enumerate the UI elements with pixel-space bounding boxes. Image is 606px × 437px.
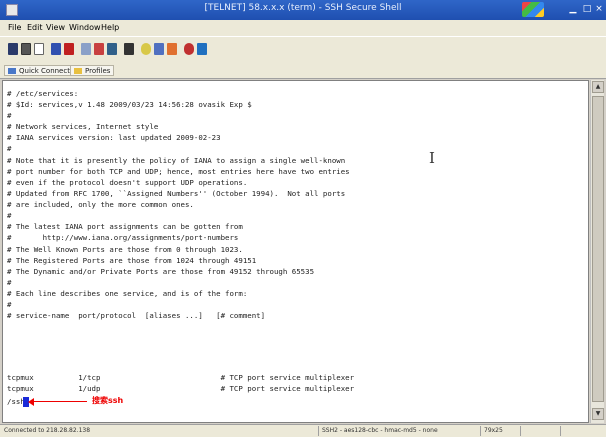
terminal-line: # The latest IANA port assignments can b… bbox=[7, 222, 243, 231]
profiles-button[interactable]: Profiles bbox=[70, 65, 115, 76]
title-bar: [TELNET] 58.x.x.x (term) - SSH Secure Sh… bbox=[0, 0, 606, 20]
status-divider bbox=[480, 426, 481, 436]
terminal-line: # Updated from RFC 1700, ``Assigned Numb… bbox=[7, 189, 346, 198]
save-icon[interactable] bbox=[8, 43, 18, 55]
copy-icon[interactable] bbox=[81, 43, 91, 55]
terminal-line: # bbox=[7, 144, 12, 153]
window-title: [TELNET] 58.x.x.x (term) - SSH Secure Sh… bbox=[204, 3, 402, 13]
terminal-line: # bbox=[7, 300, 12, 309]
annotation-arrowhead bbox=[28, 398, 34, 406]
terminal-line: # are included, only the more common one… bbox=[7, 200, 194, 209]
folder-icon bbox=[74, 68, 82, 74]
terminal-line: # The Registered Ports are those from 10… bbox=[7, 256, 257, 265]
new-connection-icon[interactable] bbox=[51, 43, 61, 55]
about-icon[interactable] bbox=[197, 43, 207, 55]
menu-view[interactable]: View bbox=[46, 23, 65, 32]
terminal-line: # Note that it is presently the policy o… bbox=[7, 156, 346, 165]
scroll-thumb[interactable] bbox=[592, 96, 604, 402]
profile-icon[interactable] bbox=[154, 43, 164, 55]
quick-connect-button[interactable]: Quick Connect bbox=[4, 65, 74, 76]
quick-connect-bar: Quick Connect Profiles bbox=[0, 63, 606, 79]
disconnect-icon[interactable] bbox=[64, 43, 74, 55]
terminal-line: # service-name port/protocol [aliases ..… bbox=[7, 311, 266, 320]
terminal-line: # even if the protocol doesn't support U… bbox=[7, 178, 248, 187]
minimize-button[interactable]: ▁ bbox=[568, 4, 578, 15]
status-divider bbox=[560, 426, 561, 436]
status-divider bbox=[520, 426, 521, 436]
find-icon[interactable] bbox=[124, 43, 134, 55]
terminal-line: # bbox=[7, 278, 12, 287]
menu-window[interactable]: Window bbox=[69, 23, 101, 32]
status-divider bbox=[318, 426, 319, 436]
maximize-button[interactable]: □ bbox=[582, 4, 592, 15]
terminal-line: # /etc/services: bbox=[7, 89, 79, 98]
paste-icon[interactable] bbox=[94, 43, 104, 55]
terminal-line: # bbox=[7, 211, 12, 220]
terminal-line: # Each line describes one service, and i… bbox=[7, 289, 248, 298]
toolbar bbox=[0, 36, 606, 63]
terminal-line: tcpmux 1/udp # TCP port service multiple… bbox=[7, 384, 355, 393]
settings-icon[interactable] bbox=[141, 43, 151, 55]
menu-bar: File Edit View Window Help bbox=[0, 20, 606, 36]
windows-logo-icon bbox=[522, 2, 544, 17]
quick-connect-icon bbox=[8, 68, 16, 74]
ibeam-cursor-icon: I bbox=[429, 149, 435, 167]
terminal-line: # The Dynamic and/or Private Ports are t… bbox=[7, 267, 315, 276]
terminal-line: # port number for both TCP and UDP; henc… bbox=[7, 167, 350, 176]
print-preview-icon[interactable] bbox=[34, 43, 44, 55]
file-transfer-icon[interactable] bbox=[167, 43, 177, 55]
terminal-line: # Network services, Internet style bbox=[7, 122, 159, 131]
terminal-line: # bbox=[7, 111, 12, 120]
status-bar: Connected to 218.28.82.138 SSH2 - aes128… bbox=[0, 424, 606, 437]
close-button[interactable]: × bbox=[594, 4, 604, 15]
menu-help[interactable]: Help bbox=[101, 23, 119, 32]
terminal-size: 79x25 bbox=[484, 427, 503, 434]
session-info: SSH2 - aes128-cbc - hmac-md5 - none bbox=[322, 427, 438, 434]
menu-edit[interactable]: Edit bbox=[27, 23, 43, 32]
terminal-line: # IANA services version: last updated 20… bbox=[7, 133, 221, 142]
terminal-line: tcpmux 1/tcp # TCP port service multiple… bbox=[7, 373, 355, 382]
terminal-line: # $Id: services,v 1.48 2009/03/23 14:56:… bbox=[7, 100, 252, 109]
print-icon[interactable] bbox=[21, 43, 31, 55]
terminal-line: # http://www.iana.org/assignments/port-n… bbox=[7, 233, 239, 242]
terminal-line: # The Well Known Ports are those from 0 … bbox=[7, 245, 243, 254]
vertical-scrollbar[interactable]: ▲ ▼ bbox=[590, 80, 604, 423]
menu-file[interactable]: File bbox=[8, 23, 21, 32]
terminal-area[interactable]: # /etc/services: # $Id: services,v 1.48 … bbox=[2, 80, 589, 423]
connection-status: Connected to 218.28.82.138 bbox=[4, 427, 91, 434]
help-icon[interactable] bbox=[184, 43, 194, 55]
paste-special-icon[interactable] bbox=[107, 43, 117, 55]
scroll-up-button[interactable]: ▲ bbox=[592, 81, 604, 93]
annotation-arrow bbox=[31, 401, 87, 402]
scroll-down-button[interactable]: ▼ bbox=[592, 408, 604, 420]
annotation-label: 搜索ssh bbox=[92, 396, 124, 405]
